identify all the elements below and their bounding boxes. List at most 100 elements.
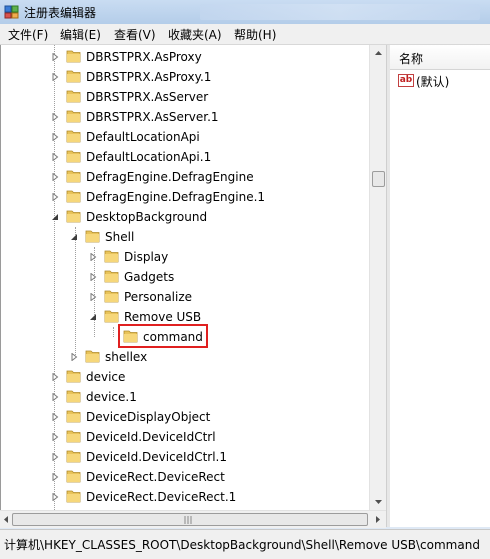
- expanded-arrow-icon[interactable]: [89, 313, 97, 321]
- folder-icon: [66, 150, 81, 163]
- tree-node-label: DBRSTPRX.AsServer.1: [86, 110, 219, 124]
- menu-favorites[interactable]: 收藏夹(A): [168, 26, 222, 43]
- collapsed-arrow-icon[interactable]: [89, 253, 97, 261]
- tree-node[interactable]: device: [1, 367, 370, 387]
- tree-vertical-scrollbar[interactable]: [369, 45, 387, 510]
- title-bar: 注册表编辑器: [0, 0, 490, 24]
- column-header-name[interactable]: 名称: [390, 45, 490, 70]
- values-panel[interactable]: 名称 ab (默认): [390, 45, 490, 527]
- folder-icon: [66, 490, 81, 503]
- folder-icon: [66, 370, 81, 383]
- folder-icon: [66, 110, 81, 123]
- value-name: (默认): [416, 75, 450, 89]
- tree-node-label: shellex: [105, 350, 148, 364]
- collapsed-arrow-icon[interactable]: [51, 473, 59, 481]
- menu-bar: 文件(F) 编辑(E) 查看(V) 收藏夹(A) 帮助(H): [0, 24, 490, 45]
- open-folder-icon: [85, 230, 100, 243]
- registry-editor-icon: [4, 5, 19, 19]
- tree-node-label: DBRSTPRX.AsProxy.1: [86, 70, 212, 84]
- tree-node[interactable]: Gadgets: [1, 267, 370, 287]
- folder-icon: [66, 130, 81, 143]
- collapsed-arrow-icon[interactable]: [51, 413, 59, 421]
- tree-node[interactable]: DBRSTPRX.AsServer: [1, 87, 370, 107]
- tree-node-label: DeviceId.DeviceIdCtrl.1: [86, 450, 228, 464]
- collapsed-arrow-icon[interactable]: [51, 113, 59, 121]
- tree-node[interactable]: DefragEngine.DefragEngine.1: [1, 187, 370, 207]
- tree-node-label: Personalize: [124, 290, 193, 304]
- folder-icon: [66, 90, 81, 103]
- folder-icon: [66, 190, 81, 203]
- tree-node[interactable]: Remove USB: [1, 307, 370, 327]
- tree-horizontal-scrollbar[interactable]: [0, 510, 386, 528]
- folder-icon: [104, 290, 119, 303]
- tree-node[interactable]: DeviceId.DeviceIdCtrl: [1, 427, 370, 447]
- menu-edit[interactable]: 编辑(E): [60, 26, 101, 43]
- folder-icon: [66, 410, 81, 423]
- folder-icon: [66, 450, 81, 463]
- tree-node[interactable]: DBRSTPRX.AsProxy: [1, 47, 370, 67]
- tree-node-label: DeviceRect.DeviceRect.1: [86, 490, 237, 504]
- menu-file[interactable]: 文件(F): [8, 26, 48, 43]
- collapsed-arrow-icon[interactable]: [51, 133, 59, 141]
- tree-node[interactable]: DesktopBackground: [1, 207, 370, 227]
- tree-node[interactable]: DefaultLocationApi: [1, 127, 370, 147]
- collapsed-arrow-icon[interactable]: [89, 293, 97, 301]
- tree-node[interactable]: DeviceRect.DeviceRect.1: [1, 487, 370, 507]
- collapsed-arrow-icon[interactable]: [51, 193, 59, 201]
- folder-icon: [66, 470, 81, 483]
- tree-node[interactable]: DeviceRect.DeviceRect: [1, 467, 370, 487]
- scroll-thumb[interactable]: [372, 171, 385, 187]
- folder-icon: [66, 170, 81, 183]
- collapsed-arrow-icon[interactable]: [51, 73, 59, 81]
- tree-node[interactable]: Shell: [1, 227, 370, 247]
- tree-node-label: command: [143, 330, 203, 344]
- collapsed-arrow-icon[interactable]: [51, 173, 59, 181]
- collapsed-arrow-icon[interactable]: [51, 393, 59, 401]
- tree-node-label: DeviceDisplayObject: [86, 410, 211, 424]
- tree-node[interactable]: Personalize: [1, 287, 370, 307]
- collapsed-arrow-icon[interactable]: [70, 353, 78, 361]
- scroll-up-arrow-icon[interactable]: [370, 45, 387, 62]
- tree-node[interactable]: command: [1, 327, 370, 347]
- collapsed-arrow-icon[interactable]: [89, 273, 97, 281]
- collapsed-arrow-icon[interactable]: [51, 433, 59, 441]
- tree-node[interactable]: device.1: [1, 387, 370, 407]
- hscroll-thumb[interactable]: [12, 513, 368, 526]
- tree-node[interactable]: DeviceId.DeviceIdCtrl.1: [1, 447, 370, 467]
- folder-icon: [104, 250, 119, 263]
- menu-help[interactable]: 帮助(H): [234, 26, 276, 43]
- expanded-arrow-icon[interactable]: [70, 233, 78, 241]
- tree-node[interactable]: DefragEngine.DefragEngine: [1, 167, 370, 187]
- collapsed-arrow-icon[interactable]: [51, 153, 59, 161]
- collapsed-arrow-icon[interactable]: [51, 453, 59, 461]
- scroll-left-arrow-icon[interactable]: [0, 511, 12, 528]
- tree-node-label: device.1: [86, 390, 137, 404]
- tree-node-label: Gadgets: [124, 270, 175, 284]
- folder-icon: [66, 70, 81, 83]
- tree-node[interactable]: shellex: [1, 347, 370, 367]
- tree-node-label: DBRSTPRX.AsProxy: [86, 50, 202, 64]
- menu-view[interactable]: 查看(V): [114, 26, 156, 43]
- collapsed-arrow-icon[interactable]: [51, 493, 59, 501]
- tree-node[interactable]: Display: [1, 247, 370, 267]
- tree-node-label: Remove USB: [124, 310, 202, 324]
- registry-tree[interactable]: DBRSTPRX.AsProxy DBRSTPRX.AsProxy.1 DBRSTP…: [0, 45, 370, 510]
- collapsed-arrow-icon[interactable]: [51, 373, 59, 381]
- tree-node[interactable]: DeviceDisplayObject: [1, 407, 370, 427]
- tree-node-label: DeviceRect.DeviceRect: [86, 470, 225, 484]
- column-header-label: 名称: [399, 52, 424, 66]
- expanded-arrow-icon[interactable]: [51, 213, 59, 221]
- window-title: 注册表编辑器: [24, 6, 97, 20]
- tree-node-label: DesktopBackground: [86, 210, 208, 224]
- folder-icon: [66, 390, 81, 403]
- collapsed-arrow-icon[interactable]: [51, 53, 59, 61]
- tree-node-label: DBRSTPRX.AsServer: [86, 90, 209, 104]
- tree-node-label: DeviceId.DeviceIdCtrl: [86, 430, 216, 444]
- status-bar: 计算机\HKEY_CLASSES_ROOT\DesktopBackground\…: [0, 529, 490, 559]
- tree-node[interactable]: DefaultLocationApi.1: [1, 147, 370, 167]
- scroll-down-arrow-icon[interactable]: [370, 493, 387, 510]
- tree-node-label: DefragEngine.DefragEngine: [86, 170, 254, 184]
- tree-node[interactable]: DBRSTPRX.AsServer.1: [1, 107, 370, 127]
- scroll-right-arrow-icon[interactable]: [372, 511, 384, 528]
- tree-node[interactable]: DBRSTPRX.AsProxy.1: [1, 67, 370, 87]
